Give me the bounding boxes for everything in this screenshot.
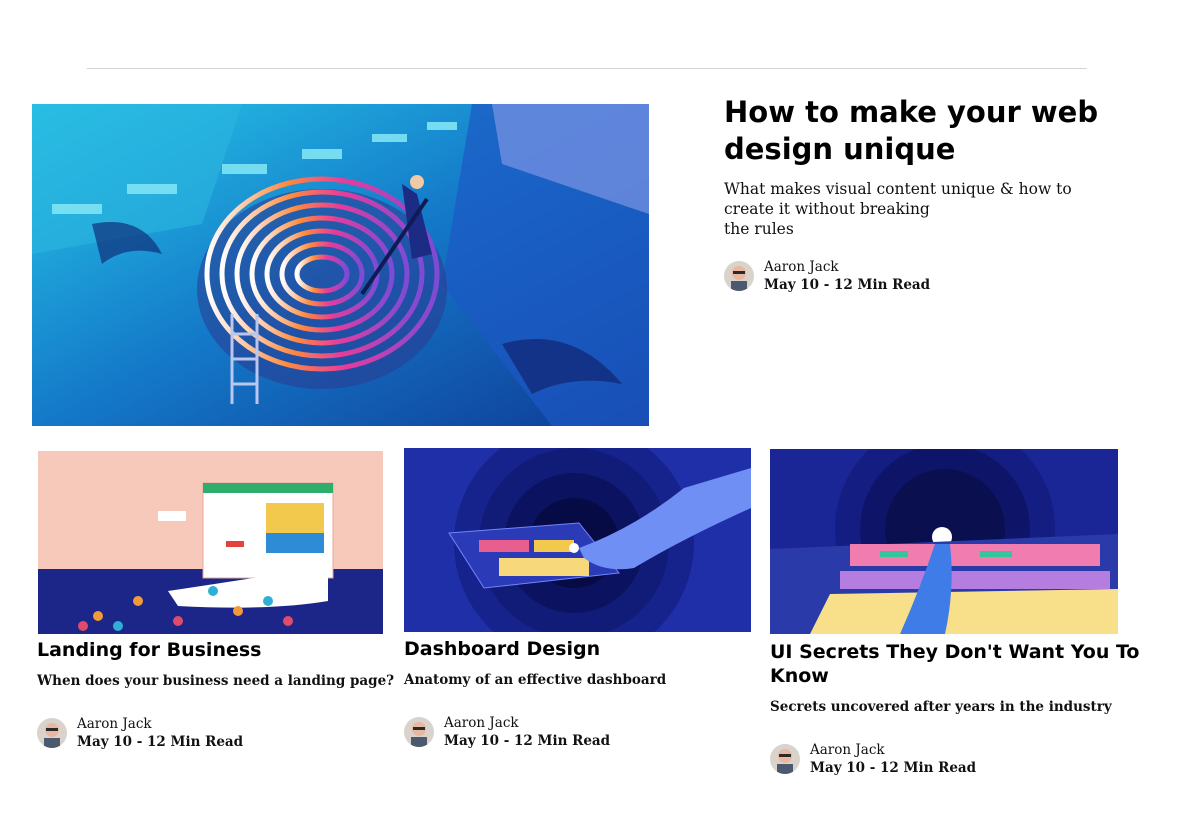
article-meta: May 10 - 12 Min Read [77, 734, 244, 750]
article-meta: May 10 - 12 Min Read [810, 760, 977, 776]
featured-article-subtitle: What makes visual content unique & how t… [724, 179, 1094, 239]
card-image-ui-secrets[interactable] [770, 449, 1118, 634]
avatar[interactable] [37, 718, 67, 748]
top-divider [87, 68, 1087, 69]
featured-subtitle-line: What makes visual content unique & how t… [724, 180, 1072, 218]
featured-article-title[interactable]: How to make your web design unique [724, 94, 1124, 168]
author-name[interactable]: Aaron Jack [810, 741, 976, 759]
card-image-dashboard[interactable] [404, 448, 751, 632]
author-name[interactable]: Aaron Jack [444, 714, 610, 732]
card-title[interactable]: Dashboard Design [404, 637, 744, 661]
card-image-landing[interactable] [38, 451, 383, 634]
featured-author[interactable]: Aaron Jack May 10 - 12 Min Read [724, 258, 930, 294]
card-author[interactable]: Aaron Jack May 10 - 12 Min Read [770, 741, 976, 777]
card-author[interactable]: Aaron Jack May 10 - 12 Min Read [37, 715, 243, 751]
card-author[interactable]: Aaron Jack May 10 - 12 Min Read [404, 714, 610, 750]
avatar[interactable] [404, 717, 434, 747]
card-title[interactable]: UI Secrets They Don't Want You To Know [770, 640, 1145, 688]
author-name[interactable]: Aaron Jack [764, 258, 930, 276]
card-subtitle: Secrets uncovered after years in the ind… [770, 699, 1112, 715]
article-meta: May 10 - 12 Min Read [444, 733, 611, 749]
avatar[interactable] [724, 261, 754, 291]
card-subtitle: Anatomy of an effective dashboard [404, 672, 667, 688]
card-subtitle: When does your business need a landing p… [37, 673, 395, 689]
avatar[interactable] [770, 744, 800, 774]
featured-subtitle-line: the rules [724, 220, 794, 238]
card-title[interactable]: Landing for Business [37, 638, 377, 662]
featured-article-image[interactable] [32, 104, 649, 426]
article-meta: May 10 - 12 Min Read [764, 277, 931, 293]
author-name[interactable]: Aaron Jack [77, 715, 243, 733]
